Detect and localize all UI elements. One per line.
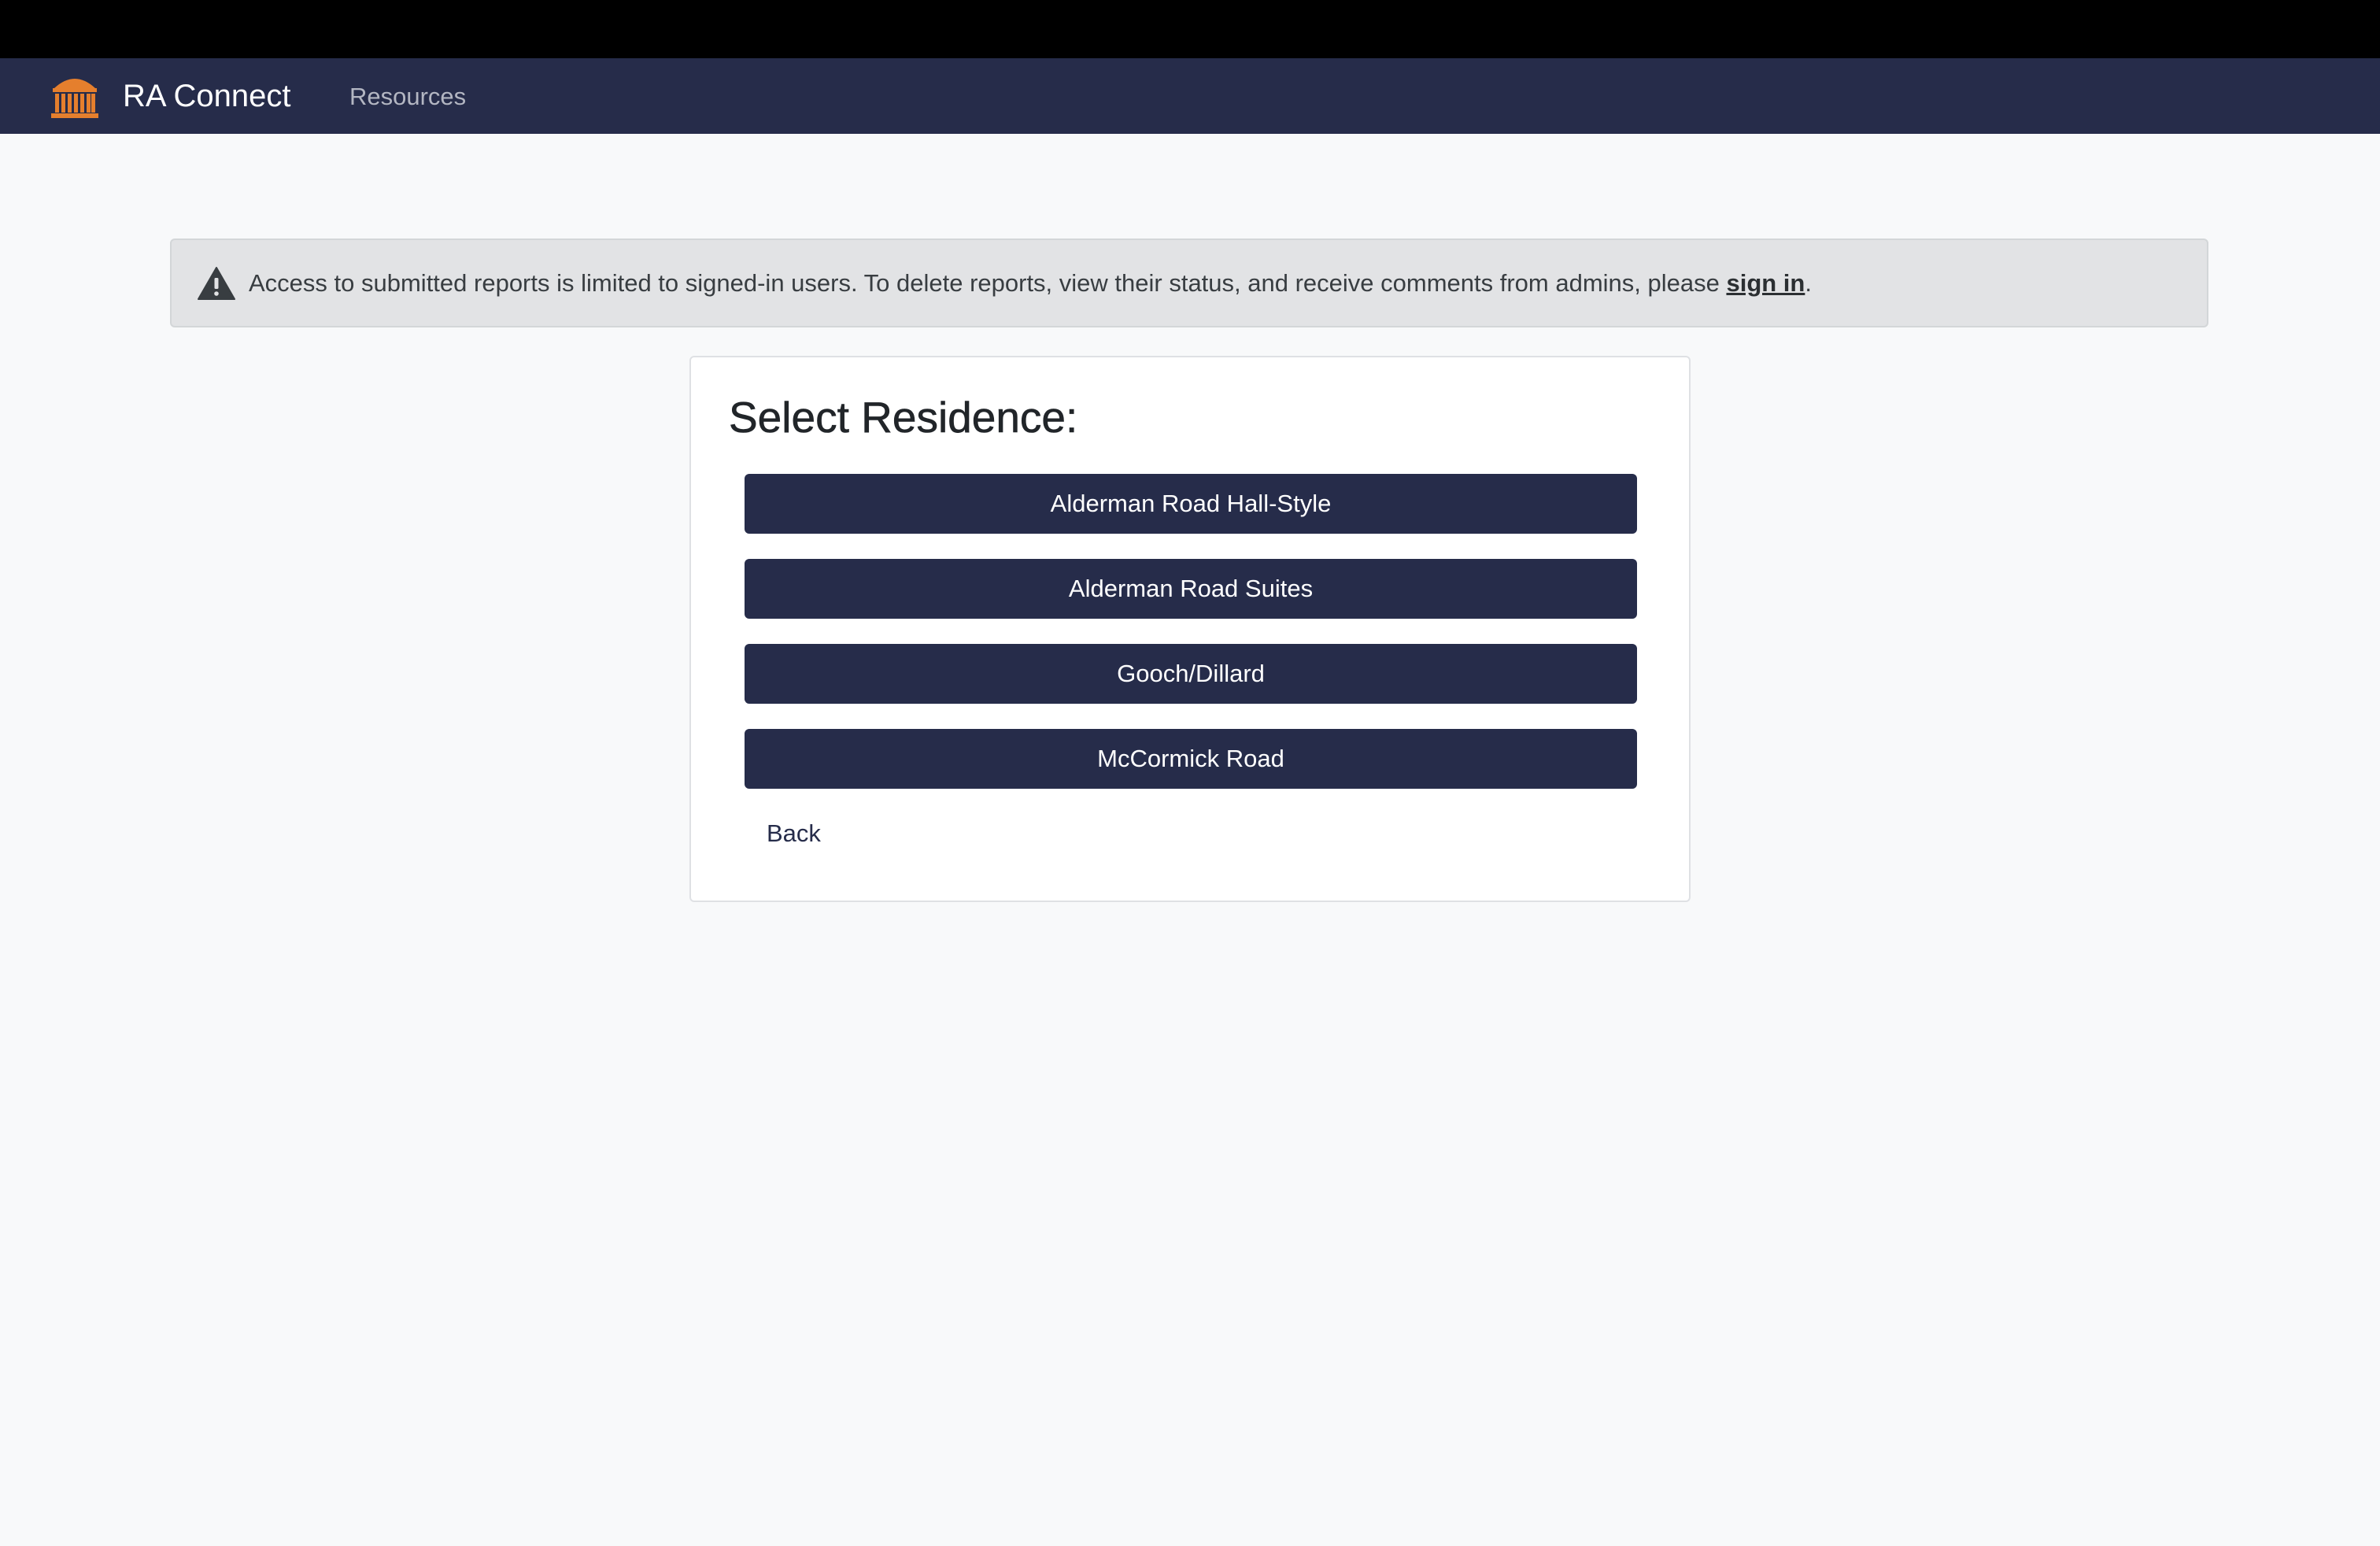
residence-button-alderman-hall-style[interactable]: Alderman Road Hall-Style [745, 474, 1637, 534]
brand-title[interactable]: RA Connect [123, 76, 290, 117]
residence-button-mccormick-road[interactable]: McCormick Road [745, 729, 1637, 789]
residence-button-gooch-dillard[interactable]: Gooch/Dillard [745, 644, 1637, 704]
nav-link-resources[interactable]: Resources [349, 79, 466, 115]
alert-message: Access to submitted reports is limited t… [249, 269, 1812, 298]
rotunda-icon[interactable] [50, 72, 100, 120]
browser-top-bar [0, 0, 2380, 58]
sign-in-link[interactable]: sign in [1726, 269, 1805, 297]
alert-text-before: Access to submitted reports is limited t… [249, 268, 1727, 297]
back-button[interactable]: Back [763, 814, 824, 853]
page-title: Select Residence: [729, 393, 1078, 442]
alert-text-after: . [1805, 268, 1812, 297]
signin-alert: Access to submitted reports is limited t… [170, 239, 2208, 327]
residence-card: Select Residence: Alderman Road Hall-Sty… [689, 356, 1691, 902]
residence-button-alderman-suites[interactable]: Alderman Road Suites [745, 559, 1637, 619]
warning-triangle-icon [198, 266, 235, 300]
